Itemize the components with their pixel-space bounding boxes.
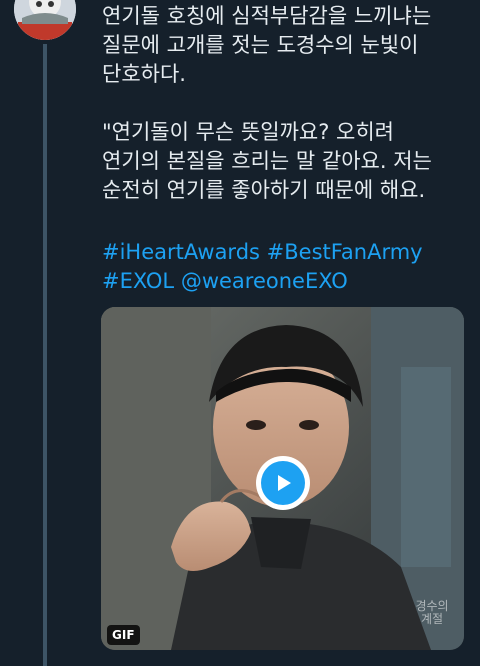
- thread-line: [43, 44, 47, 666]
- tweet-text-paragraph-2: "연기돌이 무슨 뜻일까요? 오히려 연기의 본질을 흐리는 말 같아요. 저는…: [102, 118, 472, 205]
- hashtag-line-1: #iHeartAwards #BestFanArmy: [102, 238, 472, 267]
- tweet-text-paragraph-1: 연기돌 호칭에 심적부담감을 느끼냐는 질문에 고개를 젓는 도경수의 눈빛이 …: [102, 2, 472, 89]
- play-icon-circle: [261, 461, 305, 505]
- tweet: 연기돌 호칭에 심적부담감을 느끼냐는 질문에 고개를 젓는 도경수의 눈빛이 …: [0, 0, 480, 666]
- mention-weareoneexo[interactable]: @weareoneEXO: [181, 269, 348, 293]
- text-line: 연기돌 호칭에 심적부담감을 느끼냐는: [102, 4, 432, 28]
- watermark: 경수의 계절: [415, 599, 449, 626]
- text-line: 연기의 본질을 흐리는 말 같아요. 저는: [102, 149, 432, 173]
- hashtag-exol[interactable]: #EXOL: [102, 269, 174, 293]
- text-line: 질문에 고개를 젓는 도경수의 눈빛이: [102, 33, 419, 57]
- hashtag-iheartawards[interactable]: #iHeartAwards: [102, 240, 260, 264]
- gif-badge: GIF: [107, 625, 140, 645]
- avatar-image: [14, 0, 76, 40]
- avatar[interactable]: [14, 0, 76, 40]
- play-button[interactable]: [256, 456, 310, 510]
- play-icon: [278, 475, 291, 491]
- text-line: "연기돌이 무슨 뜻일까요? 오히려: [102, 120, 394, 144]
- tweet-hashtags: #iHeartAwards #BestFanArmy #EXOL @weareo…: [102, 238, 472, 296]
- hashtag-line-2: #EXOL @weareoneEXO: [102, 267, 472, 296]
- text-line: 순전히 연기를 좋아하기 때문에 해요.: [102, 178, 426, 202]
- text-line: 단호하다.: [102, 62, 186, 86]
- hashtag-bestfanarmy[interactable]: #BestFanArmy: [267, 240, 423, 264]
